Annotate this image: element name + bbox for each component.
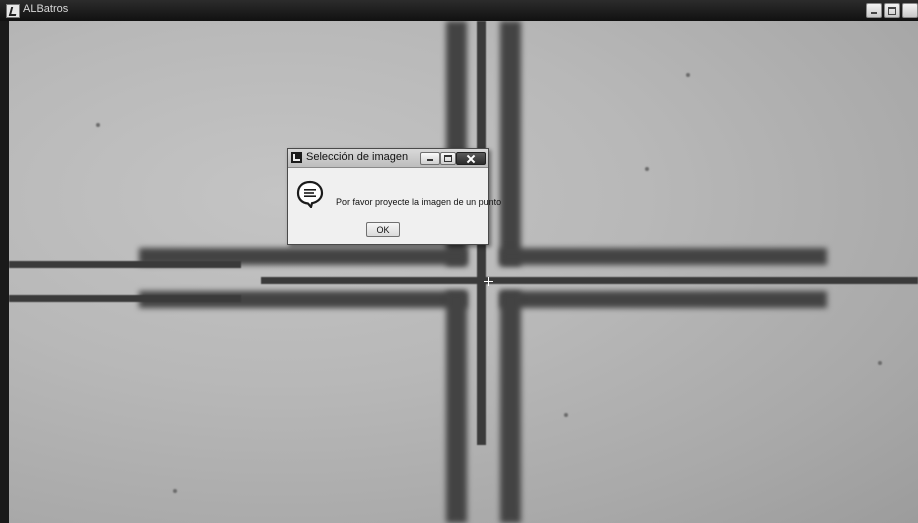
dust-speck	[645, 167, 649, 171]
dialog-close-button[interactable]	[456, 152, 486, 165]
dialog-title-bar[interactable]: Selección de imagen	[288, 149, 488, 168]
target-band-horizontal-lower-right	[500, 291, 827, 308]
ok-button[interactable]: OK	[366, 222, 400, 237]
minimize-button[interactable]	[866, 3, 882, 18]
albatros-main-window: ALBatros	[0, 0, 918, 523]
dust-speck	[686, 73, 690, 77]
dialog-app-icon	[291, 152, 302, 163]
dust-speck	[173, 489, 177, 493]
target-band-vertical-lower-left	[446, 291, 467, 523]
dust-speck	[96, 123, 100, 127]
target-band-vertical-lower-right	[500, 291, 521, 523]
title-bar[interactable]: ALBatros	[0, 0, 918, 21]
dialog-message: Por favor proyecte la imagen de un punto	[336, 197, 502, 207]
crosshair-cursor	[484, 277, 493, 286]
dialog-title: Selección de imagen	[306, 151, 409, 163]
target-band-horizontal-upper-right	[500, 248, 827, 265]
camera-image-view[interactable]	[9, 21, 918, 523]
close-button[interactable]	[902, 3, 918, 18]
target-line-horizontal-left-upper	[9, 261, 241, 268]
window-title: ALBatros	[23, 3, 69, 15]
target-line-horizontal-left-lower	[9, 295, 241, 302]
app-icon	[6, 4, 20, 18]
dialog-minimize-button[interactable]	[420, 152, 440, 165]
maximize-button[interactable]	[884, 3, 900, 18]
dialog-maximize-button[interactable]	[440, 152, 456, 165]
dust-speck	[564, 413, 568, 417]
image-selection-dialog: Selección de imagen Por favor proyecte l…	[287, 148, 501, 245]
target-line-horizontal-center	[261, 277, 918, 284]
target-band-vertical-upper-right	[500, 21, 521, 266]
dust-speck	[878, 361, 882, 365]
speech-bubble-info-icon	[296, 180, 324, 208]
